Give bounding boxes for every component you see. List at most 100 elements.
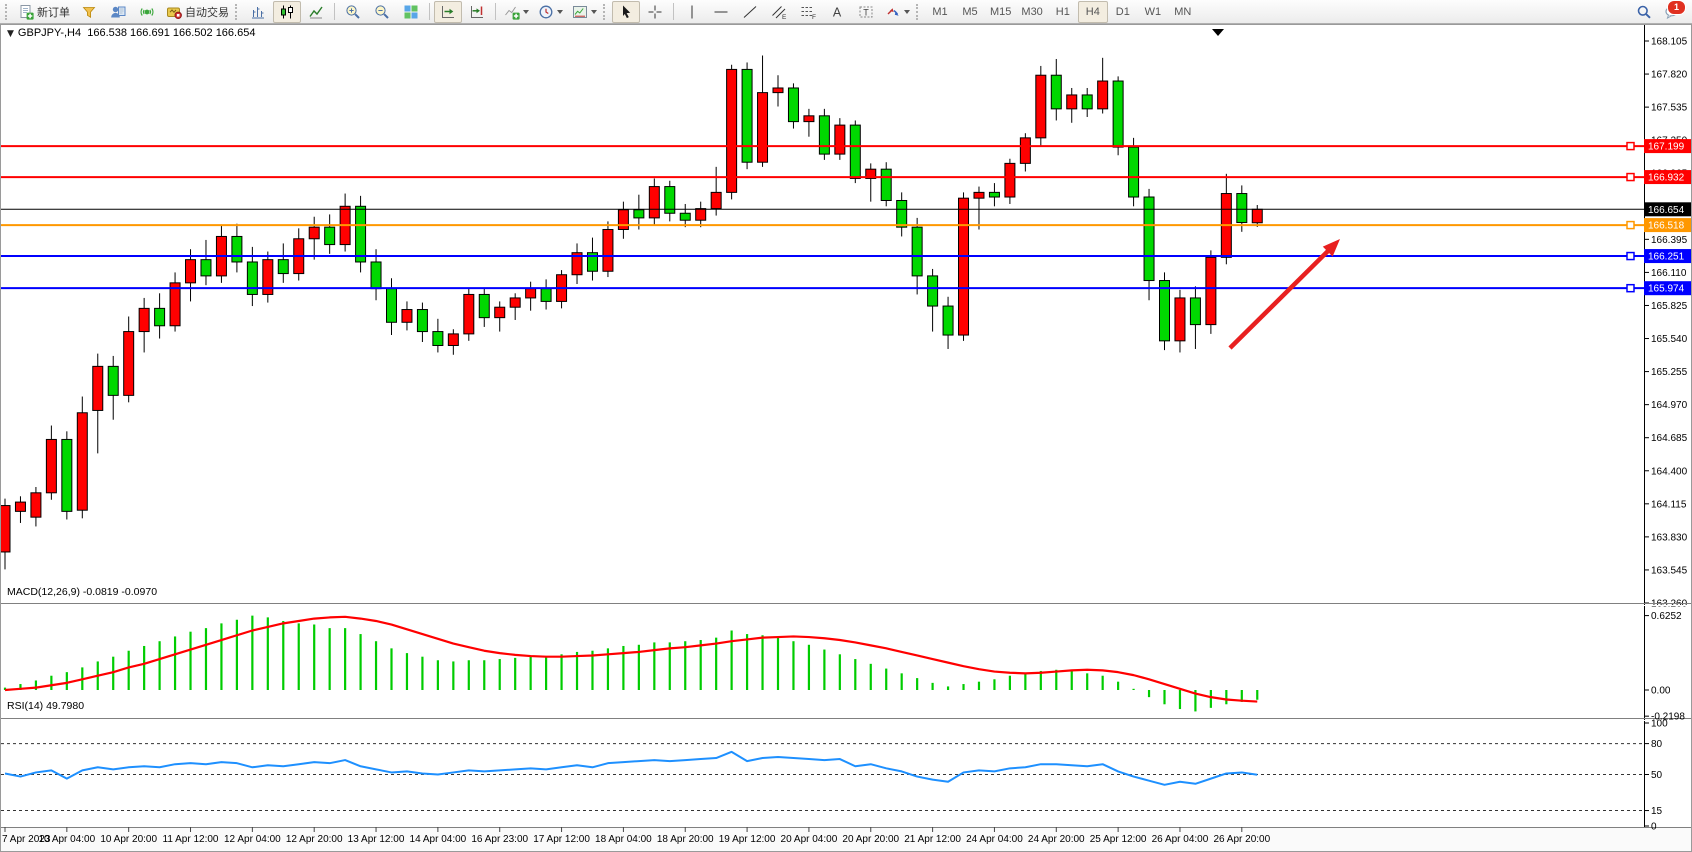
timeframe-m30-button[interactable]: M30 xyxy=(1016,1,1047,23)
periods-dropdown-caret[interactable] xyxy=(557,10,563,14)
text-tool[interactable]: A xyxy=(823,1,851,23)
vertical-line-tool[interactable] xyxy=(678,1,706,23)
timeframe-w1-button[interactable]: W1 xyxy=(1138,1,1168,23)
rsi-value: 49.7980 xyxy=(46,700,84,712)
zoom-out-icon xyxy=(374,4,390,20)
arrows-dropdown-caret[interactable] xyxy=(904,10,910,14)
chart-ohlc-values: 166.538 166.691 166.502 166.654 xyxy=(87,27,255,39)
candle-up xyxy=(186,260,196,283)
hline-handle[interactable] xyxy=(1627,222,1634,229)
candle-down xyxy=(371,262,381,289)
trendline-tool[interactable] xyxy=(736,1,764,23)
hline-handle[interactable] xyxy=(1627,285,1634,292)
equidistant-channel-tool[interactable]: E xyxy=(765,1,793,23)
rsi-tick-label: 80 xyxy=(1651,739,1663,750)
candle-down xyxy=(155,308,165,325)
periods-button[interactable] xyxy=(534,1,567,23)
text-label-tool[interactable]: T xyxy=(852,1,880,23)
price-tick-label: 168.105 xyxy=(1651,37,1688,48)
macd-signal-value: -0.0970 xyxy=(121,586,157,598)
autotrading-icon xyxy=(166,4,182,20)
price-tick-label: 163.830 xyxy=(1651,532,1688,543)
candle-up xyxy=(1175,298,1185,341)
notification-badge: 1 xyxy=(1667,0,1686,15)
candle-up xyxy=(139,308,149,331)
rsi-name: RSI(14) xyxy=(7,700,43,712)
candle-down xyxy=(201,260,211,276)
line-chart-button[interactable] xyxy=(302,1,330,23)
horizontal-line-tool[interactable] xyxy=(707,1,735,23)
timeframe-h4-button[interactable]: H4 xyxy=(1078,1,1108,23)
candle-up xyxy=(402,310,412,323)
candle-up xyxy=(495,307,505,317)
price-tick-label: 164.400 xyxy=(1651,466,1688,477)
candle-up xyxy=(1098,81,1108,109)
timeframe-mn-button[interactable]: MN xyxy=(1168,1,1198,23)
templates-dropdown-caret[interactable] xyxy=(591,10,597,14)
zoom-in-icon xyxy=(345,4,361,20)
macd-indicator-label: MACD(12,26,9) -0.0819 -0.0970 xyxy=(7,586,157,598)
candle-down xyxy=(1237,194,1247,223)
chart-background xyxy=(0,24,1692,852)
timeframe-m5-button[interactable]: M5 xyxy=(955,1,985,23)
date-label: 13 Apr 12:00 xyxy=(348,834,405,845)
timeframe-m15-button[interactable]: M15 xyxy=(985,1,1016,23)
bar-chart-button[interactable] xyxy=(244,1,272,23)
hline-handle[interactable] xyxy=(1627,174,1634,181)
chart-canvas[interactable]: 168.105167.820167.535167.250166.965166.6… xyxy=(0,24,1692,852)
price-tick-label: 165.255 xyxy=(1651,367,1688,378)
crosshair-tool-button[interactable] xyxy=(641,1,669,23)
hline-handle[interactable] xyxy=(1627,143,1634,150)
navigator-button[interactable] xyxy=(104,1,132,23)
candle-up xyxy=(1036,75,1046,138)
candle-down xyxy=(108,366,118,395)
indicators-dropdown-caret[interactable] xyxy=(523,10,529,14)
tile-windows-button[interactable] xyxy=(397,1,425,23)
toolbar-separator xyxy=(334,3,335,20)
timeframe-m1-button[interactable]: M1 xyxy=(925,1,955,23)
timeframe-d1-button[interactable]: D1 xyxy=(1108,1,1138,23)
search-button[interactable] xyxy=(1630,1,1658,23)
new-order-label: 新订单 xyxy=(37,4,70,20)
styles-button[interactable] xyxy=(75,1,103,23)
candle-up xyxy=(510,298,520,307)
signals-button[interactable] xyxy=(133,1,161,23)
chart-menu-caret[interactable]: ▼ xyxy=(7,29,14,39)
fibonacci-icon: F xyxy=(800,4,816,20)
rsi-indicator-label: RSI(14) 49.7980 xyxy=(7,700,84,712)
templates-button[interactable] xyxy=(568,1,601,23)
zoom-out-button[interactable] xyxy=(368,1,396,23)
chat-button[interactable]: 1 xyxy=(1664,4,1680,20)
price-tag-label: 165.974 xyxy=(1648,284,1685,295)
auto-scroll-button[interactable] xyxy=(434,1,462,23)
main-toolbar: 新订单 自动交易 xyxy=(0,0,1692,24)
indicators-button[interactable] xyxy=(500,1,533,23)
channel-icon: E xyxy=(771,4,787,20)
autotrading-button[interactable]: 自动交易 xyxy=(162,1,233,23)
price-tick-label: 164.970 xyxy=(1651,400,1688,411)
timeframe-h1-button[interactable]: H1 xyxy=(1048,1,1078,23)
arrows-tool[interactable] xyxy=(881,1,914,23)
text-icon: A xyxy=(829,4,845,20)
fibonacci-tool[interactable]: F xyxy=(794,1,822,23)
candle-down xyxy=(278,260,288,274)
label-icon: T xyxy=(858,4,874,20)
svg-text:F: F xyxy=(812,14,816,20)
candlestick-chart-button[interactable] xyxy=(273,1,301,23)
cursor-tool-button[interactable] xyxy=(612,1,640,23)
hline-handle[interactable] xyxy=(1627,253,1634,260)
svg-text:E: E xyxy=(782,14,787,20)
vertical-line-icon xyxy=(684,4,700,20)
candle-down xyxy=(912,227,922,276)
arrows-icon xyxy=(885,4,901,20)
macd-tick-label: 0.6252 xyxy=(1651,611,1682,622)
chart-title[interactable]: ▼GBPJPY-,H4 166.538 166.691 166.502 166.… xyxy=(7,27,255,39)
candle-up xyxy=(448,334,458,346)
new-order-button[interactable]: 新订单 xyxy=(14,1,74,23)
price-tag-label: 166.654 xyxy=(1648,205,1685,216)
chart-window: 168.105167.820167.535167.250166.965166.6… xyxy=(0,24,1692,852)
chart-shift-button[interactable] xyxy=(463,1,491,23)
candle-up xyxy=(1252,209,1262,222)
zoom-in-button[interactable] xyxy=(339,1,367,23)
date-label: 25 Apr 12:00 xyxy=(1090,834,1147,845)
